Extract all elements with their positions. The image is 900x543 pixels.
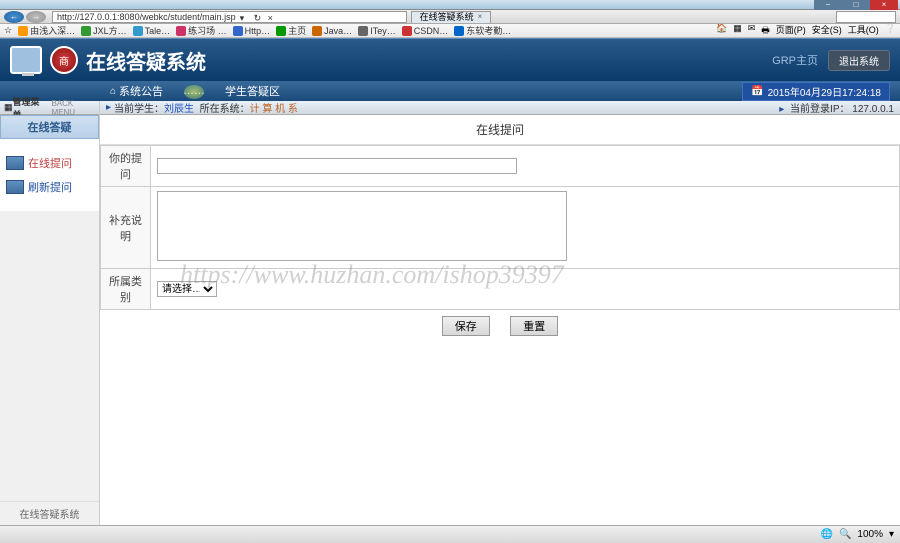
bookmark-item[interactable]: Tale…: [133, 26, 171, 36]
bookmark-item[interactable]: CSDN…: [402, 26, 449, 36]
stop-icon[interactable]: ×: [268, 12, 280, 22]
app-header: 商 在线答疑系统 GRP主页 退出系统: [0, 38, 900, 81]
close-button[interactable]: ×: [870, 0, 898, 10]
tab-close-icon[interactable]: ×: [478, 11, 483, 23]
sidebar-top: ▦ 管理菜单 BACK MENU: [0, 101, 99, 115]
sidebar-footer: 在线答疑系统: [0, 501, 99, 525]
sidebar-item-label: 刷新提问: [28, 179, 72, 195]
sidebar-item-refresh[interactable]: 刷新提问: [4, 175, 95, 199]
maximize-button[interactable]: □: [842, 0, 870, 10]
exit-button[interactable]: 退出系统: [828, 50, 890, 71]
menu-safety[interactable]: 安全(S): [812, 24, 842, 38]
internet-icon: 🌐: [820, 529, 832, 540]
save-button[interactable]: 保存: [442, 316, 490, 336]
favicon-icon: [454, 26, 464, 36]
grid-icon: ▦: [4, 102, 13, 113]
print-icon[interactable]: 🖶: [761, 24, 770, 38]
zoom-icon[interactable]: 🔍: [839, 529, 851, 540]
home-icon[interactable]: 🏠: [716, 24, 727, 38]
menu-page[interactable]: 页面(P): [776, 24, 806, 38]
form-title: 在线提问: [100, 115, 900, 145]
question-input[interactable]: [157, 158, 517, 174]
bookmark-item[interactable]: Java…: [312, 26, 352, 36]
favicon-icon: [402, 26, 412, 36]
favicon-icon: [81, 26, 91, 36]
zoom-value: 100%: [857, 529, 883, 540]
bookmark-item[interactable]: 主页: [276, 24, 306, 37]
header-link[interactable]: GRP主页: [772, 52, 818, 68]
browser-nav-bar: ← → http://127.0.0.1:8080/webkc/student/…: [0, 10, 900, 24]
sidebar-item-ask-online[interactable]: 在线提问: [4, 151, 95, 175]
bookmark-item[interactable]: Http…: [233, 26, 271, 36]
favicon-icon: [276, 26, 286, 36]
reset-button[interactable]: 重置: [510, 316, 558, 336]
url-text: http://127.0.0.1:8080/webkc/student/main…: [57, 11, 236, 23]
dept-value: 计 算 机 系: [250, 100, 298, 115]
category-label: 所属类别: [101, 269, 151, 310]
bookmark-item[interactable]: 由浅入深…: [18, 24, 75, 37]
minimize-button[interactable]: −: [814, 0, 842, 10]
favicon-icon: [176, 26, 186, 36]
ip-value: 127.0.0.1: [852, 104, 894, 115]
zoom-dropdown-icon[interactable]: ▾: [889, 529, 894, 540]
menu-student-qa[interactable]: 学生答疑区: [225, 83, 280, 99]
bookmarks-bar: ☆ 由浅入深… JXL方… Tale… 练习场 … Http… 主页 Java……: [0, 24, 900, 38]
favicon-icon: [312, 26, 322, 36]
favicon-icon: [358, 26, 368, 36]
item-icon: [6, 156, 24, 170]
back-button[interactable]: ←: [4, 11, 24, 23]
sub-header: ⌂系统公告 …… 学生答疑区 📅 2015年04月29日17:24:18: [0, 81, 900, 101]
menu-tools[interactable]: 工具(O): [848, 24, 879, 38]
sidebar: ▦ 管理菜单 BACK MENU 在线答疑 在线提问 刷新提问 在线答疑系统: [0, 101, 100, 525]
bullet-icon: ▸: [779, 104, 784, 115]
bullet-icon: ▸: [106, 102, 111, 113]
student-label: 当前学生：: [114, 100, 164, 115]
dept-label: 所在系统：: [200, 100, 250, 115]
favicon-icon: [18, 26, 28, 36]
monitor-icon: [10, 46, 42, 74]
favicon-icon: [133, 26, 143, 36]
sidebar-item-label: 在线提问: [28, 155, 72, 171]
sidebar-header[interactable]: 在线答疑: [0, 115, 99, 139]
datetime-display: 📅 2015年04月29日17:24:18: [742, 82, 890, 101]
window-title-bar: − □ ×: [0, 0, 900, 10]
bookmark-item[interactable]: 练习场 …: [176, 24, 227, 37]
question-label: 你的提问: [101, 146, 151, 187]
address-bar[interactable]: http://127.0.0.1:8080/webkc/student/main…: [52, 11, 407, 23]
sidebar-top-sub: BACK MENU: [51, 99, 95, 117]
forward-button[interactable]: →: [26, 11, 46, 23]
refresh-icon[interactable]: ↻: [254, 12, 266, 22]
seal-icon: 商: [50, 46, 78, 74]
button-row: 保存 重置: [100, 310, 900, 342]
favicon-icon: [233, 26, 243, 36]
desc-label: 补充说明: [101, 187, 151, 269]
mail-icon[interactable]: ✉: [748, 24, 756, 38]
content-area: ▦ 管理菜单 BACK MENU 在线答疑 在线提问 刷新提问 在线答疑系统 ▸…: [0, 101, 900, 525]
student-value: 刘辰生: [164, 100, 194, 115]
category-select[interactable]: 请选择…: [157, 281, 217, 297]
app-title: 在线答疑系统: [86, 46, 206, 75]
item-icon: [6, 180, 24, 194]
browser-tab[interactable]: 在线答疑系统 ×: [411, 11, 492, 23]
browser-search-input[interactable]: [836, 11, 896, 23]
bookmark-item[interactable]: 东软考勤…: [454, 24, 511, 37]
calendar-icon: 📅: [751, 86, 763, 97]
main-panel: ▸ 当前学生： 刘辰生 所在系统： 计 算 机 系 ▸ 当前登录IP： 127.…: [100, 101, 900, 525]
status-bar: 🌐 🔍 100% ▾: [0, 525, 900, 543]
favorites-icon[interactable]: ☆: [4, 25, 12, 36]
info-bar: ▸ 当前学生： 刘辰生 所在系统： 计 算 机 系 ▸ 当前登录IP： 127.…: [100, 101, 900, 115]
bookmark-item[interactable]: ITey…: [358, 26, 396, 36]
bookmark-item[interactable]: JXL方…: [81, 24, 127, 37]
description-textarea[interactable]: [157, 191, 567, 261]
help-icon[interactable]: ❔: [885, 24, 896, 38]
question-form: 你的提问 补充说明 所属类别 请选择…: [100, 145, 900, 310]
menu-item-2[interactable]: ……: [183, 83, 205, 99]
menu-announcements[interactable]: ⌂系统公告: [110, 83, 163, 99]
home-icon: ⌂: [110, 86, 116, 97]
ip-label: 当前登录IP：: [790, 104, 849, 115]
tab-title: 在线答疑系统: [420, 11, 474, 23]
feed-icon[interactable]: ▦: [733, 24, 742, 38]
dropdown-icon[interactable]: ▾: [240, 12, 252, 22]
